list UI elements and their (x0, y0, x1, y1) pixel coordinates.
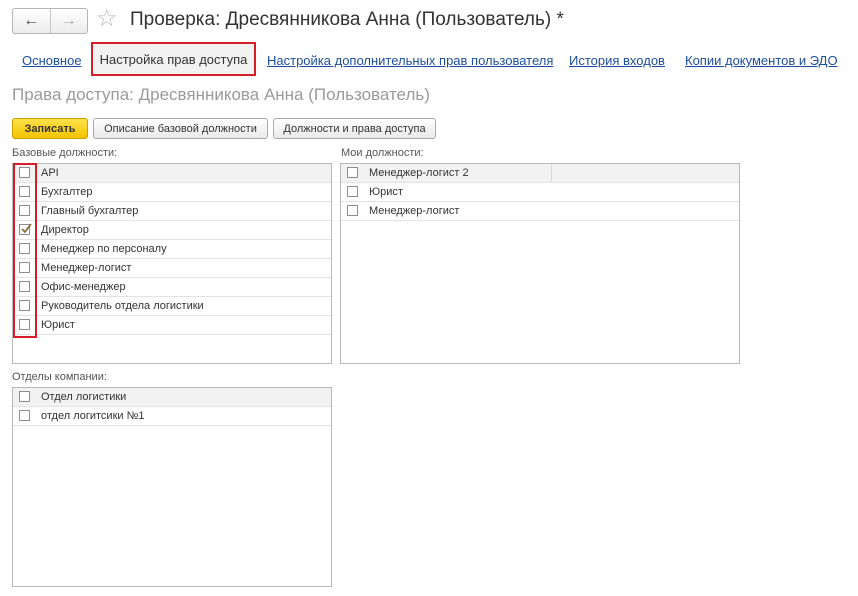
row-label: Отдел логистики (41, 391, 127, 403)
table-row[interactable]: отдел логитсики №1 (13, 407, 331, 426)
row-label: Руководитель отдела логистики (41, 300, 204, 312)
table-row[interactable]: Юрист (13, 316, 331, 335)
my-positions-table: Менеджер-логист 2 Юрист Менеджер-логист (340, 163, 740, 364)
favorite-star-icon[interactable]: ☆ (96, 6, 118, 32)
back-button[interactable]: ← (13, 9, 50, 33)
table-row[interactable]: Отдел логистики (13, 388, 331, 407)
table-row[interactable]: API (13, 164, 331, 183)
departments-table: Отдел логистики отдел логитсики №1 (12, 387, 332, 587)
table-row[interactable]: Главный бухгалтер (13, 202, 331, 221)
positions-and-rights-button[interactable]: Должности и права доступа (273, 118, 436, 139)
tab-document-copies-edo[interactable]: Копии документов и ЭДО (685, 53, 838, 68)
tab-access-settings[interactable]: Настройка прав доступа (91, 42, 256, 76)
form-subtitle: Права доступа: Дресвянникова Анна (Польз… (12, 85, 430, 104)
navigation-buttons: ← → (12, 8, 88, 34)
row-label: Бухгалтер (41, 186, 93, 198)
tab-additional-rights[interactable]: Настройка дополнительных прав пользовате… (267, 53, 553, 68)
table-row[interactable]: Бухгалтер (13, 183, 331, 202)
table-row[interactable]: Офис-менеджер (13, 278, 331, 297)
save-button[interactable]: Записать (12, 118, 88, 139)
row-label: отдел логитсики №1 (41, 410, 145, 422)
row-label: Юрист (41, 319, 75, 331)
window-title: Проверка: Дресвянникова Анна (Пользовате… (130, 9, 564, 30)
row-label: Главный бухгалтер (41, 205, 139, 217)
column-separator (551, 164, 552, 182)
row-label: Офис-менеджер (41, 281, 126, 293)
row-label: Юрист (369, 186, 403, 198)
arrow-right-icon: → (60, 12, 77, 29)
base-positions-label: Базовые должности: (12, 147, 118, 159)
base-position-description-button[interactable]: Описание базовой должности (93, 118, 268, 139)
checkbox[interactable] (19, 391, 30, 402)
checkbox[interactable] (347, 167, 358, 178)
table-row[interactable]: Менеджер-логист (341, 202, 739, 221)
table-row[interactable]: Руководитель отдела логистики (13, 297, 331, 316)
table-row[interactable]: Менеджер-логист (13, 259, 331, 278)
highlight-frame (13, 163, 37, 338)
checkbox[interactable] (19, 410, 30, 421)
base-positions-table: API Бухгалтер Главный бухгалтер Директор Мен… (12, 163, 332, 364)
row-label: Менеджер-логист 2 (369, 167, 469, 179)
table-row[interactable]: Юрист (341, 183, 739, 202)
forward-button[interactable]: → (49, 9, 88, 33)
row-label: Менеджер-логист (41, 262, 132, 274)
row-label: Менеджер по персоналу (41, 243, 167, 255)
row-label: Директор (41, 224, 89, 236)
arrow-left-icon: ← (23, 12, 40, 29)
tab-login-history[interactable]: История входов (569, 53, 665, 68)
departments-label: Отделы компании: (12, 371, 107, 383)
table-row[interactable]: Менеджер по персоналу (13, 240, 331, 259)
row-label: Менеджер-логист (369, 205, 460, 217)
row-label: API (41, 167, 59, 179)
checkbox[interactable] (347, 205, 358, 216)
my-positions-label: Мои должности: (341, 147, 424, 159)
table-row[interactable]: Менеджер-логист 2 (341, 164, 739, 183)
tab-main[interactable]: Основное (22, 53, 82, 68)
checkbox[interactable] (347, 186, 358, 197)
table-row[interactable]: Директор (13, 221, 331, 240)
